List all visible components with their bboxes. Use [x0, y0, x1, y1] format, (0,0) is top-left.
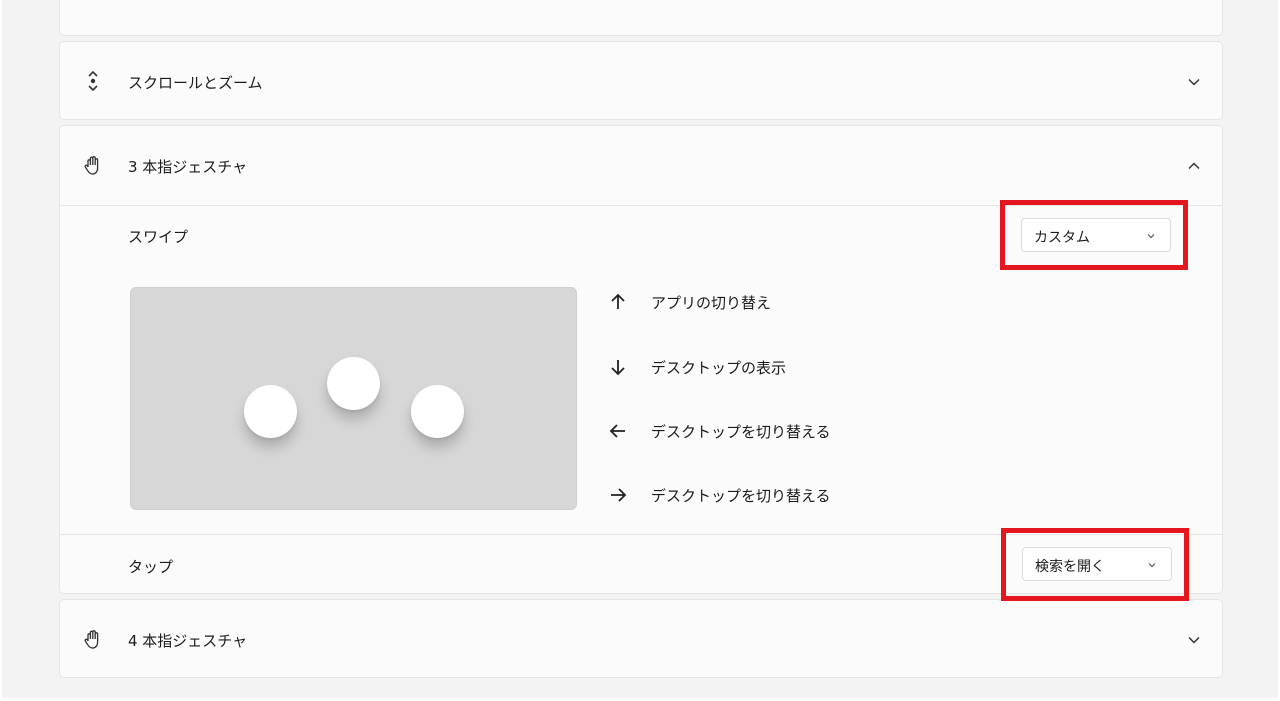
- highlight-box-tap: [1001, 528, 1189, 601]
- hand-icon: [84, 630, 99, 649]
- action-label: デスクトップの表示: [651, 359, 787, 377]
- gesture-preview: [130, 287, 577, 510]
- arrow-up-icon: [611, 293, 625, 309]
- chevron-up-icon[interactable]: [1186, 158, 1202, 174]
- four-finger-title: 4 本指ジェスチャ: [128, 632, 248, 650]
- arrow-down-icon: [611, 360, 625, 376]
- settings-page: スクロールとズーム 3 本指ジェスチャ スワイプ カスタム アプリの切り替え デ…: [2, 0, 1278, 698]
- action-label: アプリの切り替え: [651, 294, 772, 312]
- hand-icon: [84, 156, 99, 175]
- action-label: デスクトップを切り替える: [651, 487, 831, 505]
- swipe-label: スワイプ: [128, 228, 189, 246]
- tap-label: タップ: [128, 558, 174, 576]
- tap-settings-card-collapsed[interactable]: [59, 0, 1223, 36]
- finger-dot: [411, 385, 464, 438]
- arrow-right-icon: [611, 488, 627, 502]
- arrow-left-icon: [609, 424, 625, 438]
- chevron-down-icon[interactable]: [1186, 632, 1202, 648]
- finger-dot: [327, 357, 380, 410]
- chevron-down-icon[interactable]: [1186, 74, 1202, 90]
- highlight-box-swipe: [1000, 200, 1188, 270]
- scroll-icon: [88, 70, 98, 92]
- three-finger-title: 3 本指ジェスチャ: [128, 158, 248, 176]
- scroll-zoom-card[interactable]: スクロールとズーム: [59, 41, 1223, 120]
- finger-dot: [244, 385, 297, 438]
- action-label: デスクトップを切り替える: [651, 423, 831, 441]
- scroll-zoom-title: スクロールとズーム: [128, 74, 263, 92]
- four-finger-card[interactable]: 4 本指ジェスチャ: [59, 599, 1223, 678]
- three-finger-card: 3 本指ジェスチャ スワイプ カスタム アプリの切り替え デスクトップの表示 デ…: [59, 125, 1223, 594]
